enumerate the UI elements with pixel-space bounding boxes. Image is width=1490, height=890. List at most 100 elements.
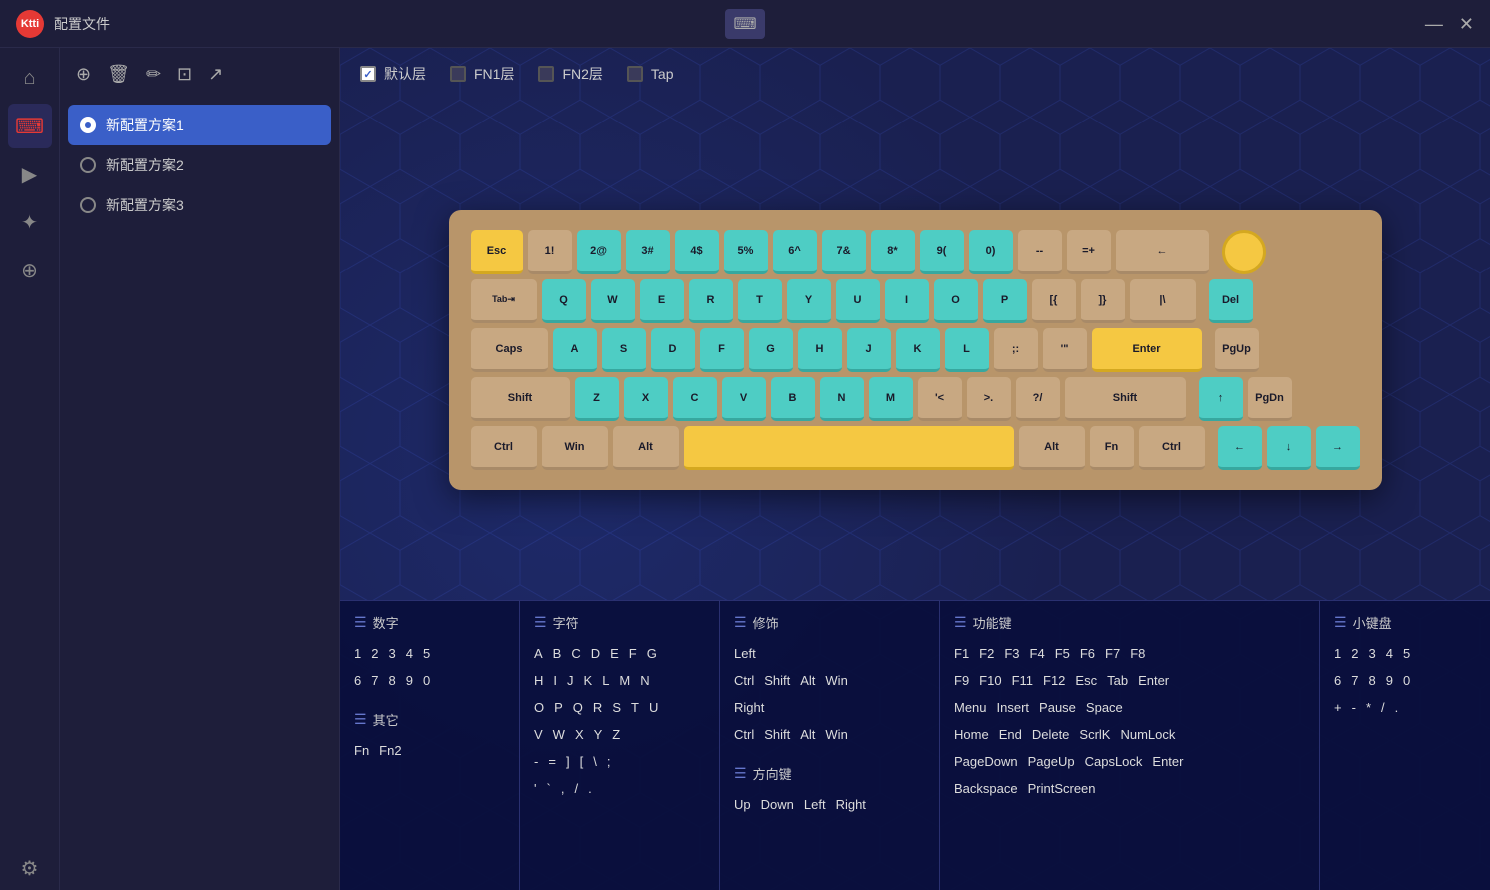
key-d[interactable]: D xyxy=(651,328,695,372)
key-del[interactable]: Del xyxy=(1209,279,1253,323)
layer-tab-tap[interactable]: Tap xyxy=(627,66,674,82)
fn-tab[interactable]: Tab xyxy=(1107,671,1128,690)
char-period[interactable]: . xyxy=(588,779,592,798)
key-n[interactable]: N xyxy=(820,377,864,421)
key-minus[interactable]: -- xyxy=(1018,230,1062,274)
np-9[interactable]: 9 xyxy=(1386,671,1393,690)
num-btn-4[interactable]: 4 xyxy=(406,644,413,663)
key-v[interactable]: V xyxy=(722,377,766,421)
arrow-down[interactable]: Down xyxy=(761,795,794,814)
char-comma[interactable]: , xyxy=(561,779,565,798)
key-2[interactable]: 2@ xyxy=(577,230,621,274)
fn-f2[interactable]: F2 xyxy=(979,644,994,663)
fn-f4[interactable]: F4 xyxy=(1030,644,1045,663)
char-backslash[interactable]: \ xyxy=(593,752,597,771)
key-e[interactable]: E xyxy=(640,279,684,323)
char-M[interactable]: M xyxy=(619,671,630,690)
char-G[interactable]: G xyxy=(647,644,657,663)
key-p[interactable]: P xyxy=(983,279,1027,323)
fn-esc[interactable]: Esc xyxy=(1075,671,1097,690)
profile-item-3[interactable]: 新配置方案3 xyxy=(68,185,331,225)
char-backtick[interactable]: ` xyxy=(546,779,550,798)
key-lalt[interactable]: Alt xyxy=(613,426,679,470)
fn-f3[interactable]: F3 xyxy=(1004,644,1019,663)
fn-f11[interactable]: F11 xyxy=(1012,671,1033,690)
char-Q[interactable]: Q xyxy=(573,698,583,717)
char-L[interactable]: L xyxy=(602,671,609,690)
key-caps[interactable]: Caps xyxy=(471,328,548,372)
mod-right[interactable]: Right xyxy=(734,698,764,717)
key-lbracket[interactable]: [{ xyxy=(1032,279,1076,323)
mod-alt2[interactable]: Alt xyxy=(800,725,815,744)
layer-checkbox-default[interactable] xyxy=(360,66,376,82)
key-q[interactable]: Q xyxy=(542,279,586,323)
key-esc[interactable]: Esc xyxy=(471,230,523,274)
key-6[interactable]: 6^ xyxy=(773,230,817,274)
fn-space[interactable]: Space xyxy=(1086,698,1123,717)
fn-delete[interactable]: Delete xyxy=(1032,725,1070,744)
key-k[interactable]: K xyxy=(896,328,940,372)
key-l[interactable]: L xyxy=(945,328,989,372)
key-rshift[interactable]: Shift xyxy=(1065,377,1186,421)
char-S[interactable]: S xyxy=(612,698,621,717)
add-profile-button[interactable]: ⊕ xyxy=(72,60,95,89)
char-E[interactable]: E xyxy=(610,644,619,663)
key-up[interactable]: ↑ xyxy=(1199,377,1243,421)
profile-item-2[interactable]: 新配置方案2 xyxy=(68,145,331,185)
key-period[interactable]: >. xyxy=(967,377,1011,421)
key-m[interactable]: M xyxy=(869,377,913,421)
profile-item-1[interactable]: 新配置方案1 xyxy=(68,105,331,145)
char-equals[interactable]: = xyxy=(548,752,556,771)
fn-capslock[interactable]: CapsLock xyxy=(1085,752,1143,771)
arrow-up[interactable]: Up xyxy=(734,795,751,814)
num-btn-0[interactable]: 0 xyxy=(423,671,430,690)
num-btn-6[interactable]: 6 xyxy=(354,671,361,690)
char-X[interactable]: X xyxy=(575,725,584,744)
char-J[interactable]: J xyxy=(567,671,574,690)
key-t[interactable]: T xyxy=(738,279,782,323)
keyboard-tab-icon[interactable]: ⌨ xyxy=(725,9,765,39)
fn-pageup[interactable]: PageUp xyxy=(1028,752,1075,771)
key-x[interactable]: X xyxy=(624,377,668,421)
char-R[interactable]: R xyxy=(593,698,602,717)
np-6[interactable]: 6 xyxy=(1334,671,1341,690)
mod-win2[interactable]: Win xyxy=(825,725,847,744)
char-F[interactable]: F xyxy=(629,644,637,663)
char-D[interactable]: D xyxy=(591,644,600,663)
num-btn-7[interactable]: 7 xyxy=(371,671,378,690)
char-P[interactable]: P xyxy=(554,698,563,717)
sidebar-item-home[interactable]: ⌂ xyxy=(8,56,52,100)
sidebar-item-lighting[interactable]: ✦ xyxy=(8,200,52,244)
char-slash[interactable]: / xyxy=(574,779,578,798)
layer-checkbox-fn2[interactable] xyxy=(538,66,554,82)
arrow-right[interactable]: Right xyxy=(836,795,866,814)
key-lctrl[interactable]: Ctrl xyxy=(471,426,537,470)
np-5[interactable]: 5 xyxy=(1403,644,1410,663)
fn-f5[interactable]: F5 xyxy=(1055,644,1070,663)
key-rctrl[interactable]: Ctrl xyxy=(1139,426,1205,470)
fn-numlock[interactable]: NumLock xyxy=(1120,725,1175,744)
mod-ctrl1[interactable]: Ctrl xyxy=(734,671,754,690)
char-quote[interactable]: ' xyxy=(534,779,536,798)
copy-profile-button[interactable]: ⊡ xyxy=(173,60,196,89)
fn-f9[interactable]: F9 xyxy=(954,671,969,690)
key-c[interactable]: C xyxy=(673,377,717,421)
key-quote[interactable]: '" xyxy=(1043,328,1087,372)
fn-enter2[interactable]: Enter xyxy=(1152,752,1183,771)
layer-tab-fn1[interactable]: FN1层 xyxy=(450,64,514,84)
np-plus[interactable]: + xyxy=(1334,698,1342,717)
settings-button[interactable]: ⚙ xyxy=(8,846,52,890)
sidebar-item-keyboard[interactable]: ⌨ xyxy=(8,104,52,148)
np-7[interactable]: 7 xyxy=(1351,671,1358,690)
key-comma[interactable]: '< xyxy=(918,377,962,421)
fn-f1[interactable]: F1 xyxy=(954,644,969,663)
char-W[interactable]: W xyxy=(553,725,565,744)
fn-scrlk[interactable]: ScrlK xyxy=(1079,725,1110,744)
key-enter[interactable]: Enter xyxy=(1092,328,1202,372)
key-backspace[interactable]: ← xyxy=(1116,230,1209,274)
fn-pause[interactable]: Pause xyxy=(1039,698,1076,717)
fn-enter[interactable]: Enter xyxy=(1138,671,1169,690)
np-1[interactable]: 1 xyxy=(1334,644,1341,663)
minimize-button[interactable]: — xyxy=(1425,15,1443,33)
np-0[interactable]: 0 xyxy=(1403,671,1410,690)
